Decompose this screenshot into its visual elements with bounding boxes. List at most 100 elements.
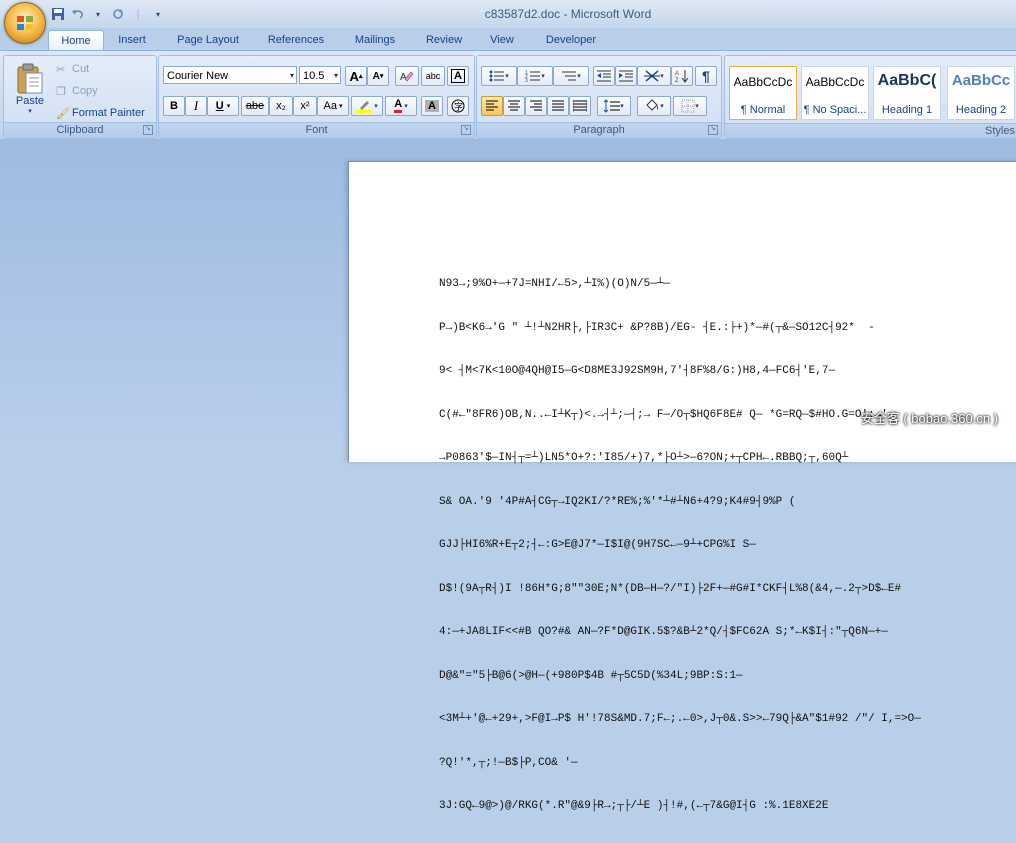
tab-review[interactable]: Review <box>418 30 470 50</box>
chevron-down-icon: ▾ <box>660 103 664 110</box>
tab-developer[interactable]: Developer <box>536 30 606 50</box>
svg-text:字: 字 <box>454 101 463 112</box>
clipboard-group: Paste ▾ ✂ Cut ❐ Copy 🖌 Format Painter Cl… <box>3 55 157 139</box>
style-heading-2-sample: AaBbCc <box>951 72 1011 89</box>
redo-icon[interactable] <box>110 6 126 22</box>
underline-button[interactable]: U ▾ <box>207 96 239 116</box>
style-no-spacing-sample: AaBbCcDc <box>805 75 865 89</box>
style-no-spacing[interactable]: AaBbCcDc ¶ No Spaci... <box>801 66 869 120</box>
save-icon[interactable] <box>50 6 66 22</box>
character-shading-icon: A <box>425 100 439 112</box>
paragraph-group-label: Paragraph <box>477 122 721 138</box>
undo-icon[interactable] <box>70 6 86 22</box>
copy-button[interactable]: ❐ Copy <box>56 82 116 100</box>
increase-indent-button[interactable] <box>615 66 637 86</box>
multilevel-list-button[interactable]: ▾ <box>553 66 589 86</box>
enclose-characters-button[interactable]: 字 <box>447 96 469 116</box>
strikethrough-button[interactable]: abe <box>241 96 269 116</box>
format-painter-button[interactable]: 🖌 Format Painter <box>56 104 154 122</box>
clipboard-group-label: Clipboard <box>4 122 156 138</box>
style-heading-2[interactable]: AaBbCc Heading 2 <box>947 66 1015 120</box>
tab-references[interactable]: References <box>258 30 334 50</box>
chevron-down-icon: ▾ <box>660 73 664 80</box>
style-heading-1[interactable]: AaBbC( Heading 1 <box>873 66 941 120</box>
font-color-button[interactable]: A ▾ <box>385 96 417 116</box>
paste-label: Paste <box>15 95 45 107</box>
chevron-down-icon: ▾ <box>226 103 231 110</box>
show-hide-button[interactable]: ¶ <box>695 66 717 86</box>
borders-icon <box>681 99 695 113</box>
document-line: →P0863'$—IN┤┬=┴)LN5*O+?:'I85/+)7,*├O┴>—6… <box>439 452 849 464</box>
bullets-icon <box>489 70 505 82</box>
tab-mailings[interactable]: Mailings <box>344 30 406 50</box>
chevron-down-icon: ▾ <box>338 103 343 110</box>
document-body[interactable]: N93→;9%O+—+7J=NHI/←5>,┴I%)(O)N/5—┴— P→)B… <box>439 248 1016 843</box>
tab-home[interactable]: Home <box>48 30 104 52</box>
subscript-button[interactable]: x₂ <box>269 96 293 116</box>
borders-button[interactable]: ▾ <box>673 96 707 116</box>
office-button[interactable] <box>4 2 46 44</box>
change-case-button[interactable]: Aa ▾ <box>317 96 349 116</box>
phonetic-guide-button[interactable]: abc <box>421 66 445 86</box>
decrease-indent-button[interactable] <box>593 66 615 86</box>
sort-button[interactable]: AZ <box>671 66 693 86</box>
chevron-down-icon: ▾ <box>541 73 545 80</box>
bold-button[interactable]: B <box>163 96 185 116</box>
qat-separator: | <box>136 8 140 20</box>
justify-button[interactable] <box>547 96 569 116</box>
font-family-combo[interactable]: Courier New ▾ <box>163 66 297 84</box>
bullets-button[interactable]: ▾ <box>481 66 517 86</box>
chevron-down-icon: ▾ <box>404 103 408 110</box>
paragraph-dialog-launcher-icon[interactable]: ↘ <box>708 125 718 135</box>
customize-qat-icon[interactable]: ▾ <box>150 6 166 22</box>
chevron-down-icon: ▾ <box>374 103 378 110</box>
document-line: D$!(9A┬R┤)I !86H*G;8""30E;N*(DB—H—?/"I)├… <box>439 582 902 595</box>
styles-group-label: Styles <box>725 123 1016 138</box>
italic-button[interactable]: I <box>185 96 207 116</box>
superscript-button[interactable]: x² <box>293 96 317 116</box>
enclose-characters-icon: 字 <box>451 99 465 113</box>
document-line: 4:—+JA8LIF<<#B QO?#& AN—?F*D@GIK.5$?&B┴2… <box>439 626 888 638</box>
svg-text:Z: Z <box>675 78 679 83</box>
style-normal[interactable]: AaBbCcDc ¶ Normal <box>729 66 797 120</box>
character-border-button[interactable]: A <box>447 66 469 86</box>
chevron-down-icon: ▾ <box>695 103 699 110</box>
paint-bucket-icon <box>646 99 659 111</box>
chinese-layout-button[interactable]: ▾ <box>637 66 671 86</box>
font-size-combo[interactable]: 10.5 ▾ <box>299 66 341 84</box>
dropdown-arrow-icon[interactable]: ▾ <box>90 6 106 22</box>
justify-icon <box>552 100 564 111</box>
ribbon-tabs: Home Insert Page Layout References Maili… <box>0 28 1016 52</box>
numbering-button[interactable]: 123 ▾ <box>517 66 553 86</box>
sort-icon: AZ <box>675 70 689 83</box>
align-right-button[interactable] <box>525 96 547 116</box>
line-spacing-button[interactable]: ▾ <box>597 96 631 116</box>
align-left-button[interactable] <box>481 96 503 116</box>
styles-group: AaBbCcDc ¶ Normal AaBbCcDc ¶ No Spaci...… <box>724 55 1016 139</box>
chevron-down-icon: ▾ <box>620 103 624 110</box>
grow-font-button[interactable]: A ▴ <box>345 66 367 86</box>
cut-button[interactable]: ✂ Cut <box>56 60 116 78</box>
clear-formatting-button[interactable]: A <box>395 66 419 86</box>
distributed-button[interactable] <box>569 96 591 116</box>
paste-dropdown-icon: ▾ <box>28 108 32 115</box>
shrink-font-button[interactable]: A ▾ <box>367 66 389 86</box>
tab-view[interactable]: View <box>480 30 524 50</box>
format-painter-icon: 🖌 <box>56 107 70 120</box>
clipboard-dialog-launcher-icon[interactable]: ↘ <box>143 125 153 135</box>
copy-icon: ❐ <box>56 85 66 98</box>
font-dialog-launcher-icon[interactable]: ↘ <box>461 125 471 135</box>
paste-icon <box>17 63 43 94</box>
tab-insert[interactable]: Insert <box>108 30 156 50</box>
svg-text:3: 3 <box>525 78 528 83</box>
style-heading-1-sample: AaBbC( <box>877 72 937 89</box>
multilevel-list-icon <box>562 71 577 81</box>
text-highlight-button[interactable]: ▾ <box>351 96 383 116</box>
distributed-icon <box>573 100 587 112</box>
tab-page-layout[interactable]: Page Layout <box>168 30 248 50</box>
character-shading-button[interactable]: A <box>421 96 443 116</box>
shading-button[interactable]: ▾ <box>637 96 671 116</box>
paste-button[interactable]: Paste ▾ <box>8 58 52 120</box>
align-center-button[interactable] <box>503 96 525 116</box>
style-heading-2-name: Heading 2 <box>955 104 1007 116</box>
